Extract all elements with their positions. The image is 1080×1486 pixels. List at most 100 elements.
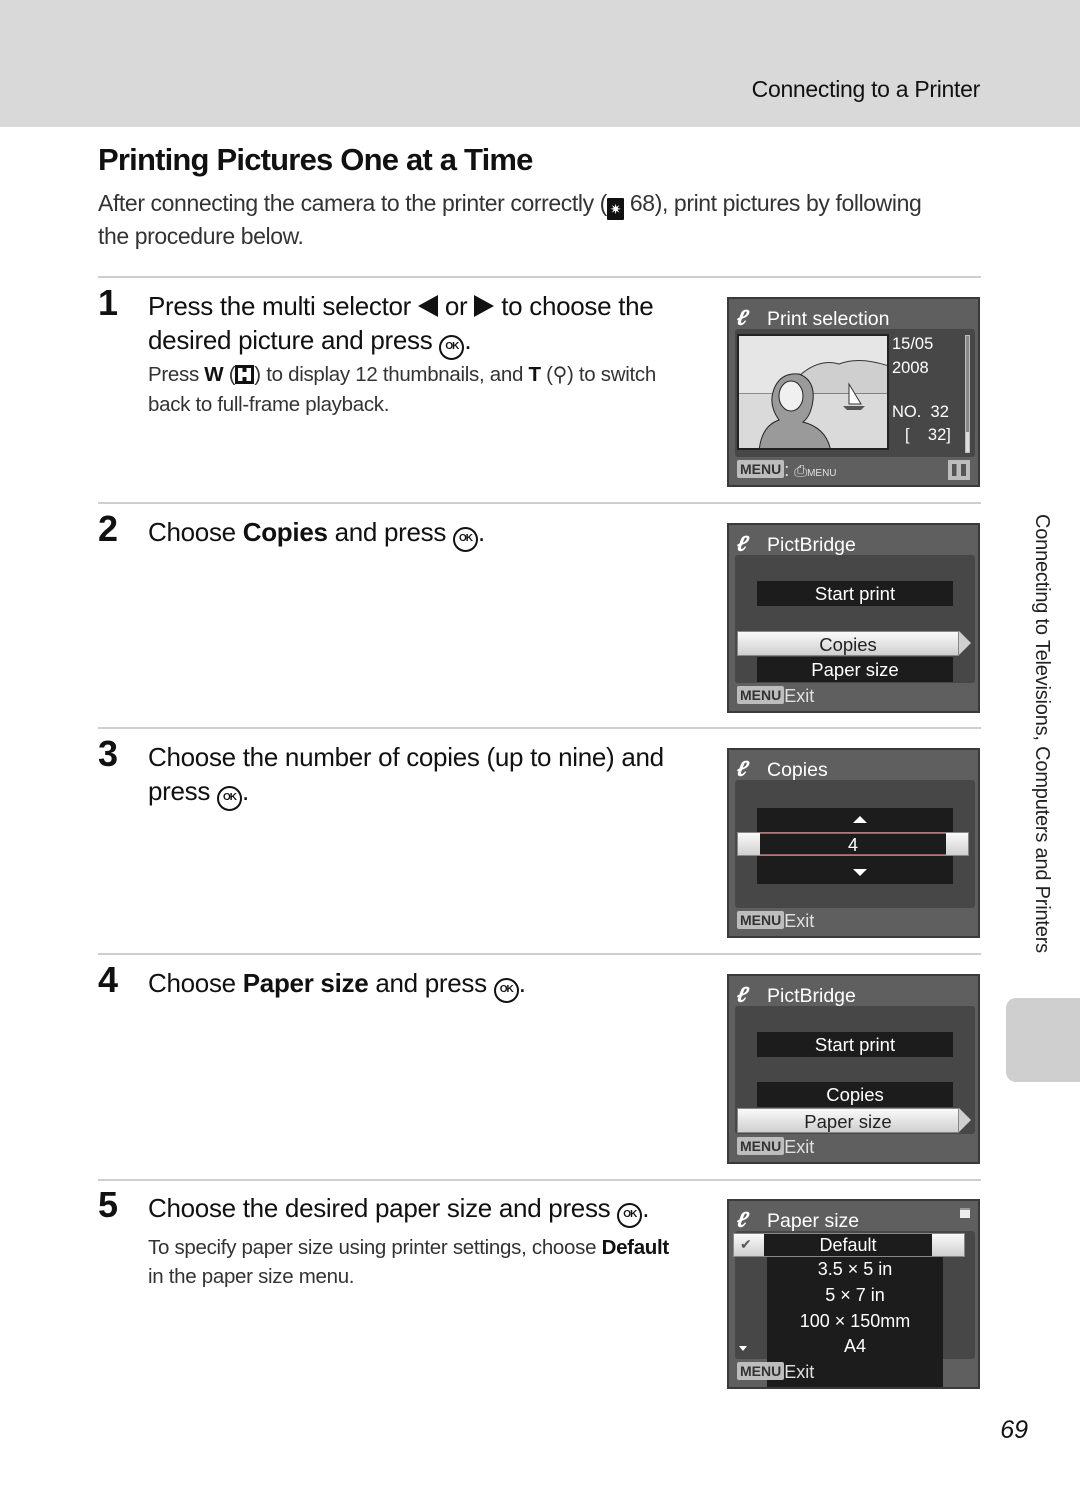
menu-item-paper-size-selected[interactable]: Paper size (737, 1108, 971, 1133)
pictbridge-icon: ℓ (734, 531, 751, 556)
menu-button-icon: MENU (737, 1137, 785, 1155)
scroll-down-icon[interactable] (739, 1346, 747, 1351)
screen-title: ℓ Copies (734, 756, 828, 782)
screen-footer: MENU Exit (737, 911, 814, 932)
screen-title-text: PictBridge (767, 534, 856, 556)
screen-title: ℓ PictBridge (734, 531, 856, 557)
text: and press (368, 968, 494, 998)
menu-button-icon: MENU (737, 911, 785, 929)
screen-footer: MENU: ⎙MENU (737, 460, 837, 481)
screen-panel: 4 (735, 780, 975, 908)
thumbnail-view-icon[interactable] (948, 460, 970, 480)
reference-icon: ✷ (606, 198, 624, 220)
label: NO. (892, 403, 922, 421)
photo-number: NO. 32 (892, 403, 949, 422)
step-instruction: Choose the desired paper size and press … (148, 1191, 708, 1228)
ok-button-icon: OK (617, 1203, 643, 1228)
photo-year: 2008 (892, 359, 929, 377)
exit-label[interactable]: Exit (784, 1362, 814, 1382)
page-number: 69 (1000, 1416, 1028, 1444)
text: and press (327, 517, 453, 547)
screen-panel: Start print Copies Paper size (735, 1006, 975, 1134)
text: ( (540, 363, 553, 386)
screen-title: ℓ PictBridge (734, 982, 856, 1008)
screen-pictbridge-copies: ℓ PictBridge Start print Copies Paper siz… (727, 523, 980, 713)
check-icon: ✔ (740, 1236, 752, 1252)
paper-size-option[interactable]: A4 (767, 1336, 943, 1357)
arrow-up-icon[interactable] (853, 816, 867, 823)
menu-button-icon: MENU (737, 686, 785, 704)
chapter-side-label: Connecting to Televisions, Computers and… (1031, 514, 1053, 953)
scrollbar-thumb[interactable] (966, 432, 969, 452)
photo-date: 15/05 (892, 335, 934, 353)
pictbridge-icon: ℓ (734, 756, 751, 781)
divider (98, 276, 981, 278)
zoom-w-button-label: W (204, 363, 224, 386)
screen-title-text: Copies (767, 759, 828, 781)
text: . (464, 325, 472, 355)
intro-text: After connecting the camera to the print… (98, 190, 607, 216)
header-band (0, 0, 1080, 127)
scrollbar[interactable] (965, 335, 970, 453)
step-number: 4 (98, 959, 119, 1000)
screen-footer: MENU Exit (737, 1362, 814, 1383)
step-note: Press W () to display 12 thumbnails, and… (148, 360, 688, 419)
chapter-tab[interactable] (1006, 998, 1080, 1082)
print-set-icon: ⎙MENU (794, 463, 837, 480)
text: . (477, 517, 485, 547)
pictbridge-icon: ℓ (734, 982, 751, 1007)
text: . (242, 776, 249, 806)
photo-illustration (739, 336, 887, 448)
arrow-down-icon[interactable] (853, 869, 867, 876)
step-instruction: Press the multi selector or to choose th… (148, 289, 708, 360)
exit-label[interactable]: Exit (784, 911, 814, 931)
screen-title: ℓ Paper size (735, 1207, 860, 1233)
step-instruction: Choose Paper size and press OK. (148, 966, 708, 1003)
menu-item-copies[interactable]: Copies (757, 1082, 953, 1107)
text: Press the multi selector (148, 291, 418, 321)
screen-title-text: PictBridge (767, 985, 856, 1007)
menu-item-start-print[interactable]: Start print (757, 1032, 953, 1057)
screen-footer: MENU Exit (737, 1137, 814, 1158)
exit-label[interactable]: Exit (784, 686, 814, 706)
zoom-t-button-label: T (528, 363, 541, 386)
step-note: To specify paper size using printer sett… (148, 1233, 688, 1291)
intro-paragraph: After connecting the camera to the print… (98, 187, 948, 253)
ok-button-icon: OK (493, 978, 519, 1003)
screen-panel: Start print Copies Paper size (735, 555, 975, 683)
menu-item-ref: Copies (242, 517, 328, 547)
text: . (518, 968, 526, 998)
ok-button-icon: OK (217, 786, 243, 811)
copies-selection[interactable]: 4 (737, 832, 969, 856)
exit-label[interactable]: Exit (784, 1137, 814, 1157)
text: . (642, 1193, 650, 1223)
menu-button-icon: MENU (737, 1362, 785, 1380)
paper-size-default[interactable]: Default (764, 1234, 932, 1256)
screen-copies: ℓ Copies 4 MENU Exit (727, 748, 980, 938)
step-instruction: Choose Copies and press OK. (148, 515, 708, 552)
text: or (437, 291, 475, 321)
paper-size-option[interactable]: 5 × 7 in (767, 1285, 943, 1306)
divider (98, 953, 981, 955)
playback-zoom-icon: ⚲ (552, 364, 568, 386)
screen-title-text: Paper size (767, 1210, 860, 1232)
text: Choose the desired paper size and press (148, 1193, 618, 1223)
step-number: 2 (98, 508, 119, 549)
photo-thumbnail[interactable] (737, 334, 889, 450)
paper-size-option[interactable]: 3.5 × 5 in (767, 1259, 943, 1280)
screen-paper-size: ℓ Paper size ✔ Default 3.5 × 5 in 5 × 7 i… (727, 1199, 980, 1389)
copies-value[interactable]: 4 (760, 833, 946, 855)
battery-icon (960, 1208, 970, 1218)
paper-size-option-selected[interactable]: ✔ Default (733, 1233, 965, 1257)
menu-item-start-print[interactable]: Start print (757, 581, 953, 606)
step-number: 3 (98, 733, 119, 774)
screen-title-text: Print selection (767, 308, 890, 330)
menu-item-copies-selected[interactable]: Copies (737, 631, 971, 656)
ok-button-icon: OK (452, 527, 478, 552)
text: ( (223, 363, 236, 386)
step-number: 5 (98, 1184, 119, 1225)
paper-size-option[interactable]: 100 × 150mm (767, 1311, 943, 1332)
multi-selector-left-icon (417, 295, 438, 317)
menu-item-paper-size[interactable]: Paper size (757, 657, 953, 682)
photo-total: [ 32] (905, 426, 951, 444)
